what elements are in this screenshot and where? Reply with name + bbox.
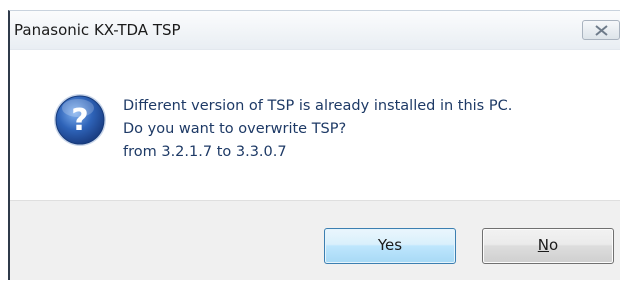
no-button-accelerator: N — [537, 236, 550, 254]
yes-button-label: Yes — [377, 236, 403, 254]
message-area: ? Different version of TSP is already in… — [10, 50, 620, 200]
message-text: Different version of TSP is already inst… — [123, 95, 512, 164]
message-line-2: Do you want to overwrite TSP? — [123, 121, 347, 137]
svg-text:?: ? — [71, 103, 88, 138]
close-button[interactable] — [582, 20, 620, 40]
no-button-label: o — [549, 236, 559, 254]
message-line-3: from 3.2.1.7 to 3.3.0.7 — [123, 144, 287, 160]
no-button[interactable]: No — [482, 228, 614, 264]
button-bar: Yes No — [10, 200, 620, 280]
yes-button[interactable]: Yes — [324, 228, 456, 264]
question-icon: ? — [54, 94, 106, 146]
close-icon — [595, 25, 608, 36]
title-bar: Panasonic KX-TDA TSP — [10, 11, 620, 50]
message-dialog: Panasonic KX-TDA TSP ? Different version… — [8, 10, 620, 280]
message-line-1: Different version of TSP is already inst… — [123, 98, 513, 114]
window-title: Panasonic KX-TDA TSP — [14, 21, 181, 39]
